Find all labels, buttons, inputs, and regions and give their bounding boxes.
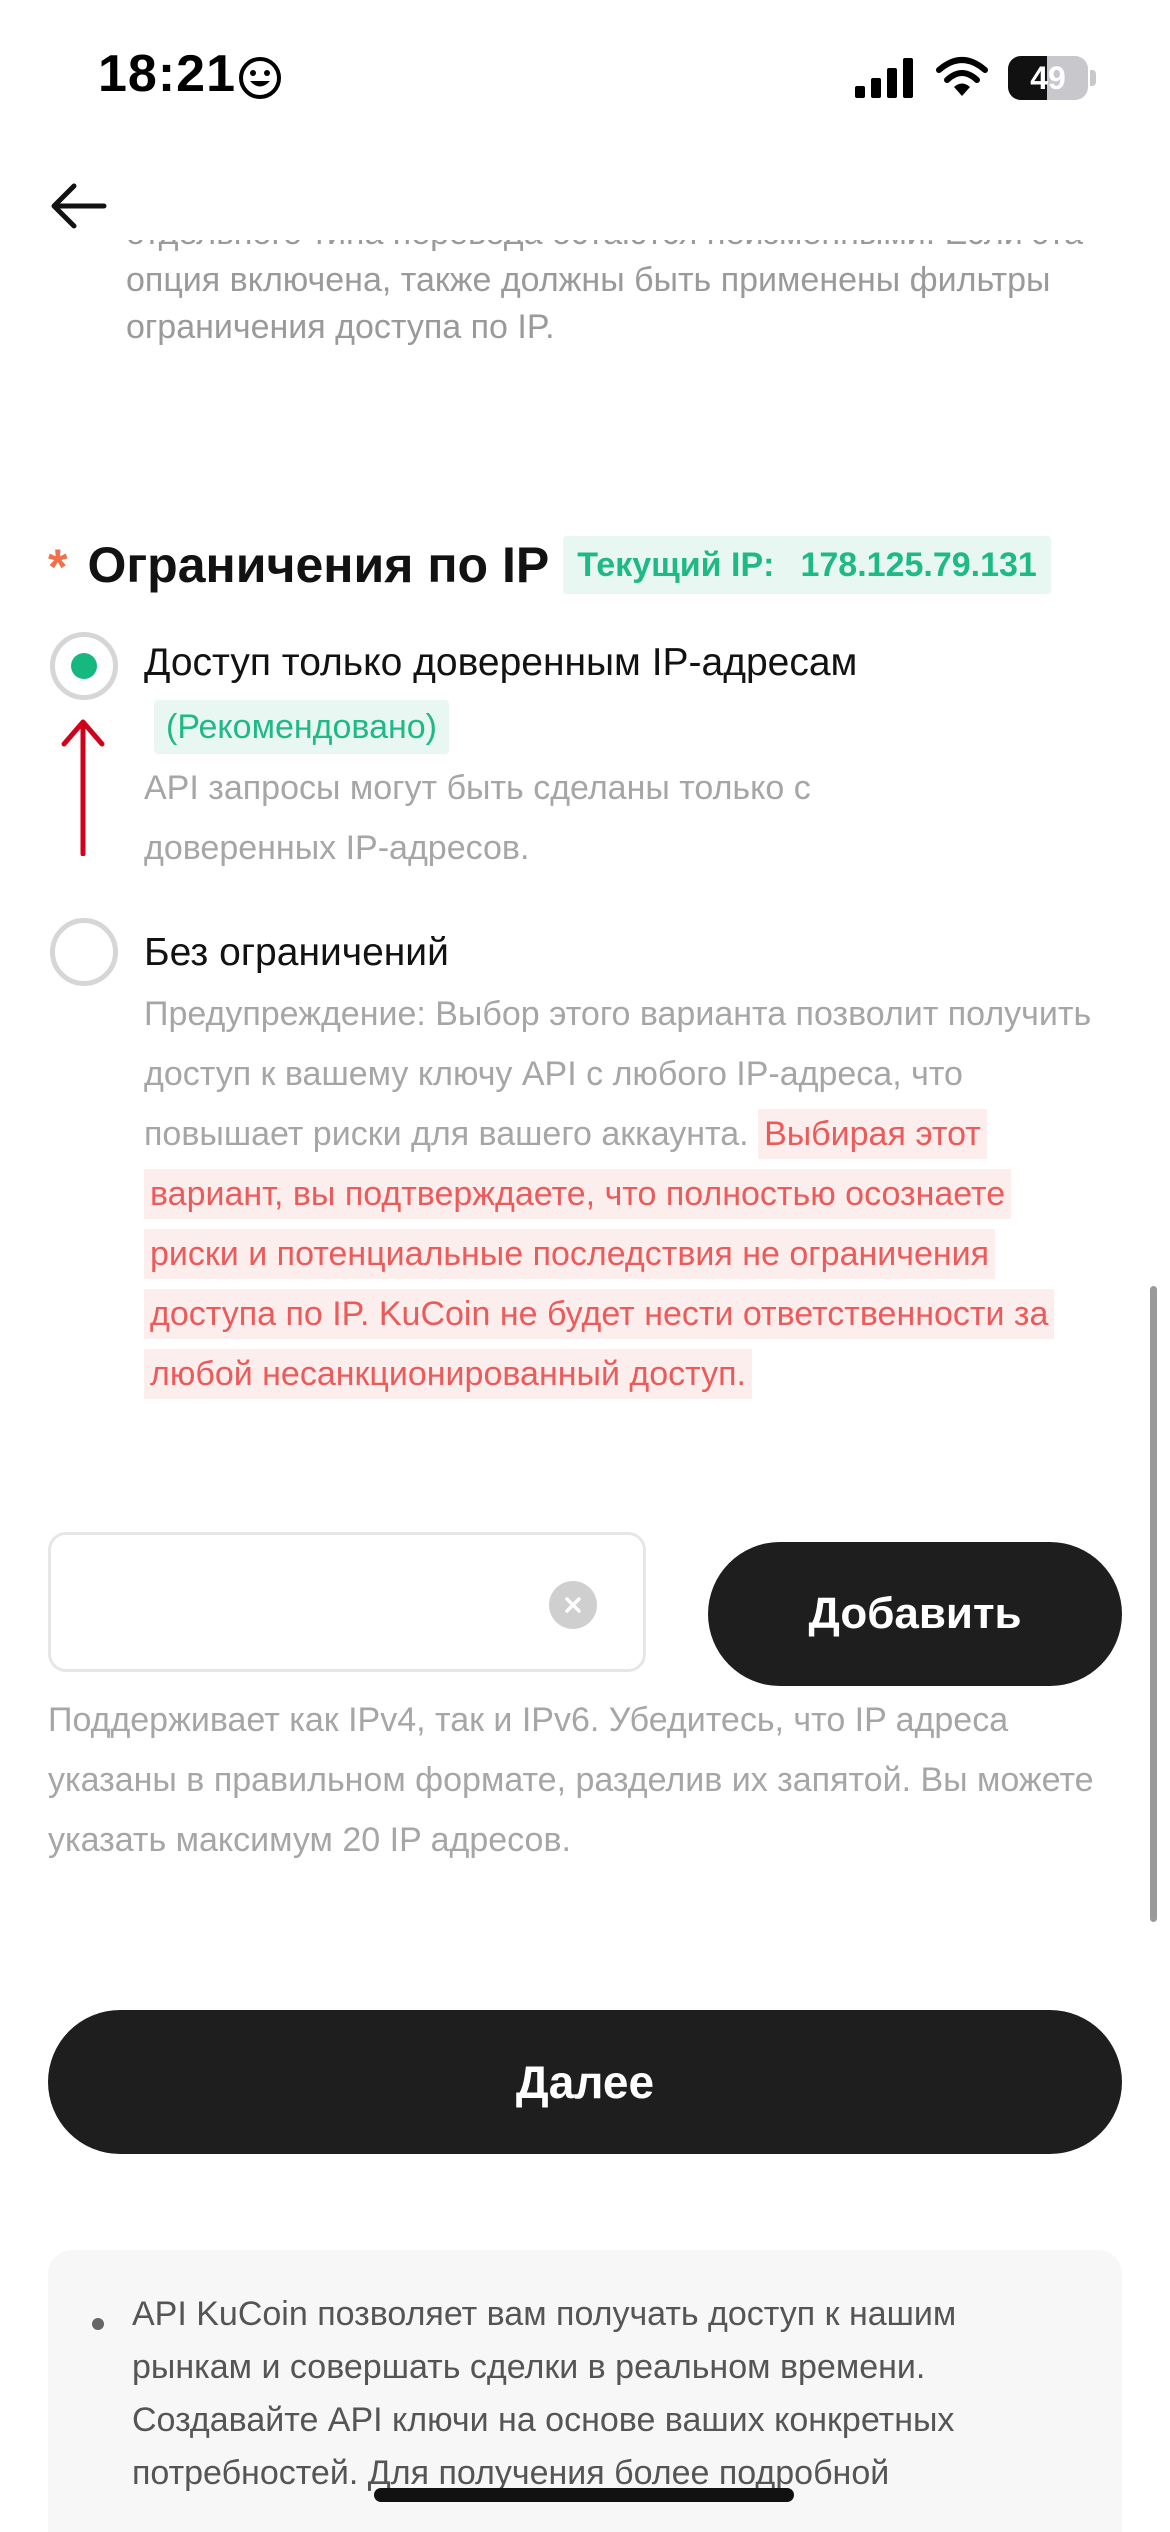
option-trusted-ip-label: Доступ только доверенным IP-адресам <box>144 641 858 684</box>
section-title: Ограничения по IP <box>87 537 550 593</box>
battery-cap <box>1090 70 1096 86</box>
scrollbar[interactable] <box>1150 1286 1157 1922</box>
main-content: отдельного типа перевода остаются неизме… <box>0 240 1170 2532</box>
option-no-restrictions-description: Предупреждение: Выбор этого варианта поз… <box>144 984 1094 1404</box>
next-button[interactable]: Далее <box>48 2010 1122 2154</box>
signal-icon <box>855 58 913 98</box>
option-trusted-ip-title[interactable]: Доступ только доверенным IP-адресам (Реко… <box>144 632 944 756</box>
smiley-icon <box>239 57 281 99</box>
annotation-arrow-icon <box>61 719 105 856</box>
ip-address-input[interactable] <box>48 1532 646 1672</box>
ip-restriction-header: * Ограничения по IP Текущий IP: 178.125.… <box>48 530 1051 600</box>
option-no-restrictions-title[interactable]: Без ограничений <box>144 922 449 984</box>
ip-input-hint: Поддерживает как IPv4, так и IPv6. Убеди… <box>48 1701 1094 1859</box>
home-indicator[interactable] <box>374 2488 794 2502</box>
battery-percent: 49 <box>1030 59 1066 96</box>
wifi-icon <box>936 57 988 96</box>
option-trusted-ip-description: API запросы могут быть сделаны только с … <box>144 769 811 867</box>
top-description: отдельного типа перевода остаются неизме… <box>126 240 1083 346</box>
radio-no-restrictions[interactable] <box>50 918 118 986</box>
arrow-left-icon[interactable] <box>48 180 108 232</box>
status-time: 18:21 <box>98 45 236 103</box>
battery-icon: 49 <box>1008 56 1088 100</box>
current-ip-badge: Текущий IP: 178.125.79.131 <box>563 536 1051 594</box>
current-ip-value: 178.125.79.131 <box>800 545 1037 584</box>
required-mark: * <box>48 539 68 595</box>
clear-icon[interactable] <box>549 1581 597 1629</box>
current-ip-label: Текущий IP: <box>577 545 775 584</box>
add-button[interactable]: Добавить <box>708 1542 1122 1686</box>
radio-trusted-ip[interactable] <box>50 632 118 700</box>
bullet-icon <box>92 2318 104 2330</box>
page: 18:21 49 отдельного типа перевода оста <box>0 0 1170 2532</box>
status-bar: 18:21 49 <box>0 0 1170 150</box>
recommended-badge: (Рекомендовано) <box>154 699 449 754</box>
info-text: API KuCoin позволяет вам получать доступ… <box>132 2295 957 2492</box>
